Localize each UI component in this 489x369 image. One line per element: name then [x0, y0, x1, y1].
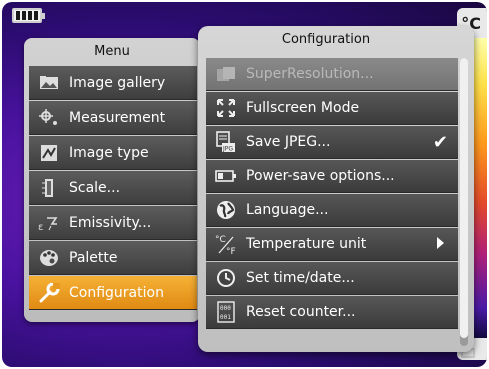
- scrollbar-thumb[interactable]: [460, 58, 468, 338]
- jpeg-icon: JPG: [214, 131, 238, 153]
- menu-item-label: Scale...: [69, 179, 121, 196]
- configuration-scrollbar[interactable]: [460, 58, 468, 346]
- wrench-icon: [37, 282, 61, 303]
- svg-text:001: 001: [220, 314, 231, 321]
- temperature-unit-icon: °C °F: [214, 233, 238, 255]
- cfg-item-label: SuperResolution...: [246, 66, 374, 82]
- menu-item-label: Image gallery: [69, 74, 166, 91]
- cfg-item-temperature-unit[interactable]: °C °F Temperature unit: [206, 228, 458, 261]
- cfg-item-superresolution: SuperResolution...: [206, 58, 458, 91]
- menu-item-palette[interactable]: Palette: [29, 241, 197, 275]
- cfg-item-power-save[interactable]: Power-save options...: [206, 160, 458, 193]
- palette-icon: [37, 248, 61, 268]
- svg-text:ε: ε: [38, 222, 43, 232]
- cfg-item-label: Set time/date...: [246, 270, 355, 286]
- menu-item-scale[interactable]: Scale...: [29, 171, 197, 205]
- clock-icon: [214, 267, 238, 289]
- menu-item-label: Emissivity...: [69, 214, 152, 231]
- cfg-item-label: Language...: [246, 202, 329, 218]
- cfg-item-label: Temperature unit: [246, 236, 367, 252]
- checkmark-icon: ✔: [432, 132, 448, 153]
- measurement-icon: [37, 108, 61, 128]
- svg-text:°C: °C: [215, 235, 226, 245]
- cfg-item-label: Power-save options...: [246, 168, 395, 184]
- menu-title: Menu: [94, 44, 130, 59]
- menu-list: Image gallery Measurement Image type Sca…: [29, 66, 197, 311]
- menu-item-configuration[interactable]: Configuration: [29, 276, 197, 310]
- superresolution-icon: [214, 63, 238, 85]
- cfg-item-label: Save JPEG...: [246, 134, 331, 150]
- emissivity-icon: ε: [37, 213, 61, 233]
- cfg-item-save-jpeg[interactable]: JPG Save JPEG... ✔: [206, 126, 458, 159]
- menu-item-emissivity[interactable]: ε Emissivity...: [29, 206, 197, 240]
- menu-item-label: Palette: [69, 249, 118, 266]
- battery-icon: [214, 165, 238, 187]
- configuration-panel: Configuration SuperResolution... Fullscr…: [198, 26, 474, 352]
- svg-text:JPG: JPG: [222, 146, 233, 153]
- svg-text:000: 000: [220, 305, 231, 312]
- battery-icon: [12, 8, 45, 23]
- menu-item-label: Configuration: [69, 284, 164, 301]
- thermal-camera-screen: °C 0 3 5 0 5 Menu Image gallery Measurem…: [2, 2, 487, 367]
- scale-gradient: [473, 38, 487, 338]
- image-type-icon: [37, 143, 61, 163]
- scale-icon: [37, 178, 61, 198]
- configuration-title: Configuration: [281, 32, 371, 47]
- submenu-arrow-icon: [437, 237, 444, 249]
- cfg-item-language[interactable]: Language...: [206, 194, 458, 227]
- menu-item-measurement[interactable]: Measurement: [29, 101, 197, 135]
- svg-text:°F: °F: [226, 247, 236, 255]
- counter-icon: 000 001: [214, 301, 238, 323]
- menu-item-image-type[interactable]: Image type: [29, 136, 197, 170]
- menu-item-label: Image type: [69, 144, 149, 161]
- menu-item-image-gallery[interactable]: Image gallery: [29, 66, 197, 100]
- menu-item-label: Measurement: [69, 109, 166, 126]
- main-menu: Menu Image gallery Measurement Image typ…: [24, 38, 200, 322]
- cfg-item-label: Fullscreen Mode: [246, 100, 360, 116]
- globe-icon: [214, 199, 238, 221]
- image-gallery-icon: [37, 73, 61, 93]
- cfg-item-reset-counter[interactable]: 000 001 Reset counter...: [206, 296, 458, 329]
- cfg-item-set-time-date[interactable]: Set time/date...: [206, 262, 458, 295]
- cfg-item-fullscreen-mode[interactable]: Fullscreen Mode: [206, 92, 458, 125]
- cfg-item-label: Reset counter...: [246, 304, 356, 320]
- fullscreen-icon: [214, 97, 238, 119]
- configuration-list: SuperResolution... Fullscreen Mode JPG S…: [206, 58, 458, 348]
